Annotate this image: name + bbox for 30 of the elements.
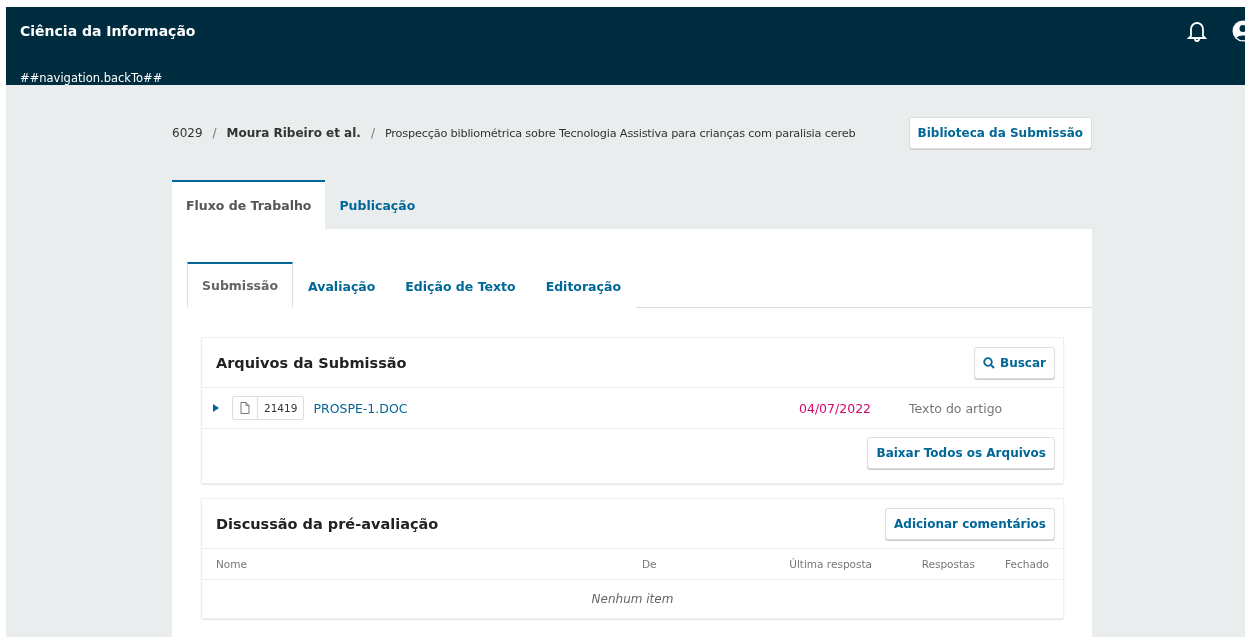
authors: Moura Ribeiro et al. [226,126,361,140]
file-type: Texto do artigo [909,400,1004,416]
notification-bell-icon[interactable] [1187,20,1207,42]
expand-caret-icon[interactable] [212,404,220,412]
file-date: 04/07/2022 [799,400,873,416]
search-button[interactable]: Buscar [974,347,1055,379]
site-title[interactable]: Ciência da Informação [20,23,196,39]
empty-message: Nenhum item [591,592,674,606]
submission-id: 6029 [172,126,203,140]
column-header: Fechado [1004,558,1049,570]
search-icon [983,357,996,369]
download-all-button[interactable]: Baixar Todos os Arquivos [867,437,1055,469]
submission-title: Prospecção bibliométrica sobre Tecnologia Assistiva para crianças com paralisia cereb [384,126,857,140]
stage-tab[interactable]: Submissão [187,262,294,308]
column-header: Respostas [920,558,975,570]
document-icon [240,402,250,414]
tab[interactable]: Publicação [325,180,430,229]
breadcrumb-separator: / [370,126,375,140]
file-link[interactable]: PROSPE-1.DOC [313,400,799,416]
breadcrumb-separator: / [212,126,217,140]
card-title: Arquivos da Submissão [216,355,407,371]
column-header: Última resposta [788,558,872,570]
tab[interactable]: Fluxo de Trabalho [172,180,326,229]
file-id-badge: 21419 [232,396,305,420]
column-header: De [642,558,658,570]
back-link[interactable]: ##navigation.backTo## [20,71,163,85]
add-comments-button[interactable]: Adicionar comentários [885,508,1055,540]
submission-library-button[interactable]: Biblioteca da Submissão [908,117,1092,149]
column-header: Nome [216,558,248,570]
card-title: Discussão da pré-avaliação [216,516,439,532]
